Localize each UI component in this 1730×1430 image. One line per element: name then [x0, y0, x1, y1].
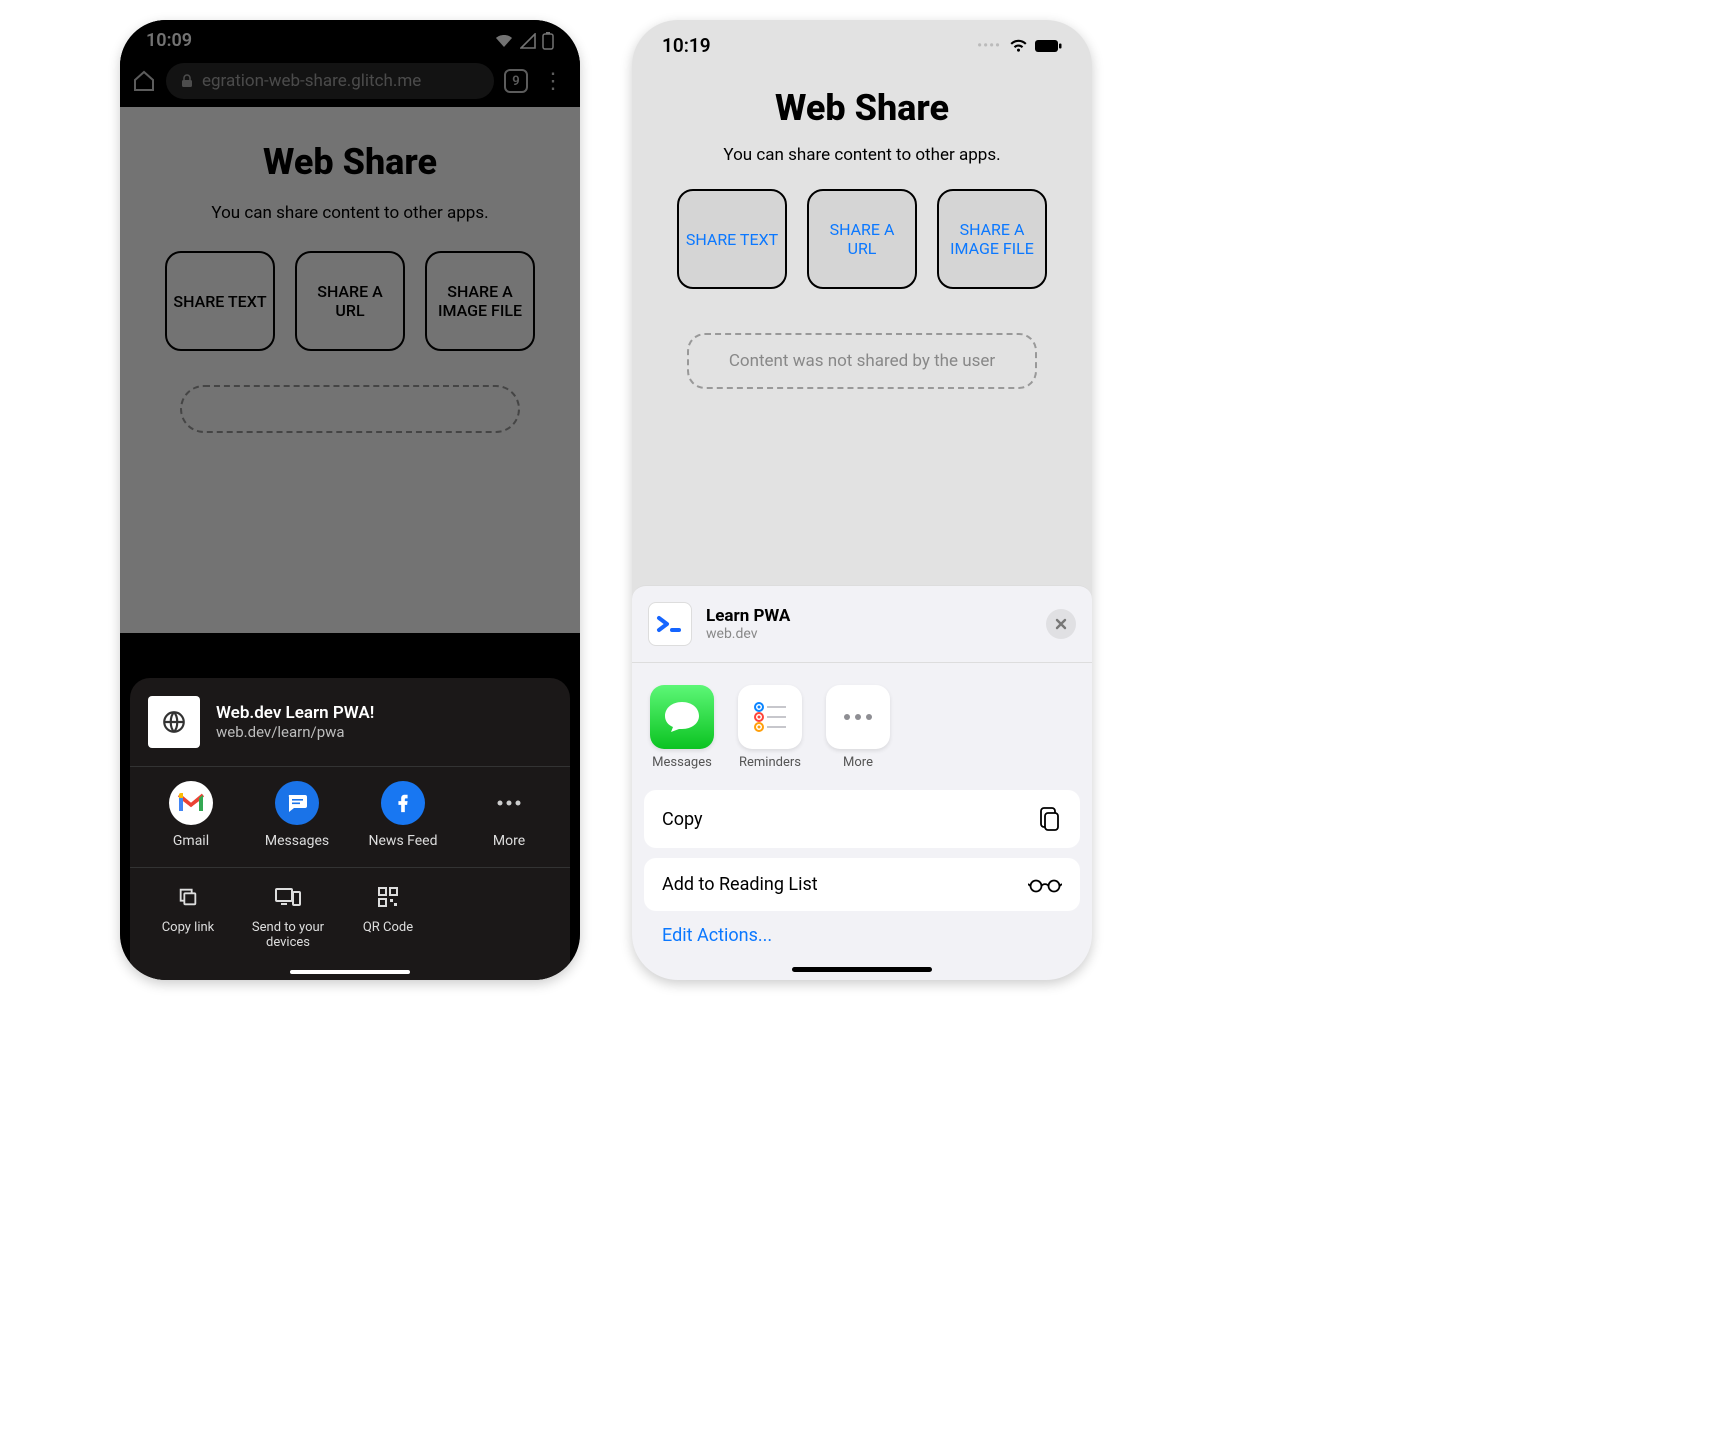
- share-app-more[interactable]: More: [826, 685, 890, 770]
- ios-page: Web Share You can share content to other…: [632, 63, 1092, 409]
- share-app-messages[interactable]: Messages: [252, 781, 342, 849]
- share-title: Web.dev Learn PWA!: [216, 703, 374, 723]
- copy-action[interactable]: Copy: [644, 790, 1080, 848]
- signal-dots-icon: ••••: [977, 38, 1001, 54]
- share-app-reminders[interactable]: Reminders: [738, 685, 802, 770]
- close-icon: [1055, 618, 1067, 630]
- page-subtitle: You can share content to other apps.: [648, 145, 1076, 165]
- tab-switcher[interactable]: 9: [504, 69, 528, 93]
- ios-nav-pill[interactable]: [792, 967, 932, 972]
- page-heading: Web Share: [648, 87, 1076, 129]
- share-app-newsfeed[interactable]: News Feed: [358, 781, 448, 849]
- share-thumbnail: [648, 602, 692, 646]
- android-time: 10:09: [146, 30, 192, 51]
- share-image-button[interactable]: SHARE A IMAGE FILE: [937, 189, 1047, 289]
- close-button[interactable]: [1046, 609, 1076, 639]
- gmail-icon: [177, 792, 205, 814]
- android-status-bar: 10:09: [120, 20, 580, 55]
- more-icon: [841, 712, 875, 722]
- address-field[interactable]: egration-web-share.glitch.me: [166, 63, 494, 99]
- share-image-button[interactable]: SHARE A IMAGE FILE: [425, 251, 535, 351]
- ios-time: 10:19: [662, 34, 711, 57]
- copy-icon: [1038, 806, 1062, 832]
- send-devices-action[interactable]: Send to your devices: [238, 886, 338, 950]
- globe-icon: [161, 709, 187, 735]
- devices-icon: [275, 886, 301, 908]
- ios-share-sheet: Learn PWA web.dev Messages: [632, 585, 1092, 980]
- wifi-icon: [494, 33, 514, 49]
- android-device: 10:09 egration-web-share.glitch.me 9 ⋮ W…: [120, 20, 580, 980]
- status-box: [180, 385, 520, 433]
- signal-icon: [520, 33, 536, 49]
- share-app-messages[interactable]: Messages: [650, 685, 714, 770]
- reading-list-icon: [1028, 877, 1062, 893]
- facebook-icon: [392, 792, 414, 814]
- page-subtitle: You can share content to other apps.: [136, 203, 564, 223]
- messages-icon: [662, 698, 702, 736]
- overflow-menu-icon[interactable]: ⋮: [538, 69, 568, 94]
- messages-icon: [285, 791, 309, 815]
- share-actions: Copy Add to Reading List Edit Actions...: [632, 784, 1092, 980]
- share-url-button[interactable]: SHARE A URL: [295, 251, 405, 351]
- pwa-icon: [656, 614, 684, 634]
- edit-actions-link[interactable]: Edit Actions...: [644, 921, 1080, 962]
- share-url: web.dev: [706, 626, 1032, 642]
- reminders-icon: [750, 697, 790, 737]
- android-url-bar: egration-web-share.glitch.me 9 ⋮: [120, 55, 580, 107]
- page-heading: Web Share: [136, 141, 564, 183]
- android-share-sheet: Web.dev Learn PWA! web.dev/learn/pwa Gma…: [130, 678, 570, 980]
- share-app-more[interactable]: More: [464, 781, 554, 849]
- share-sheet-header: Web.dev Learn PWA! web.dev/learn/pwa: [130, 696, 570, 766]
- ios-status-bar: 10:19 ••••: [632, 20, 1092, 63]
- reading-list-action[interactable]: Add to Reading List: [644, 858, 1080, 911]
- share-apps-row: Gmail Messages News Feed: [130, 766, 570, 868]
- more-icon: [495, 799, 523, 807]
- qr-code-action[interactable]: QR Code: [338, 886, 438, 950]
- address-text: egration-web-share.glitch.me: [202, 71, 421, 91]
- android-page: Web Share You can share content to other…: [120, 107, 580, 633]
- copy-icon: [177, 886, 199, 908]
- share-actions-row: Copy link Send to your devices QR Code: [130, 868, 570, 980]
- share-apps-row: Messages Reminders More: [632, 663, 1092, 784]
- battery-icon: [1034, 39, 1062, 53]
- home-icon[interactable]: [132, 69, 156, 93]
- ios-device: 10:19 •••• Web Share You can share conte…: [632, 20, 1092, 980]
- copy-link-action[interactable]: Copy link: [138, 886, 238, 950]
- share-text-button[interactable]: SHARE TEXT: [677, 189, 787, 289]
- android-nav-pill[interactable]: [290, 970, 410, 974]
- share-url: web.dev/learn/pwa: [216, 723, 374, 741]
- share-title: Learn PWA: [706, 606, 1032, 626]
- share-app-gmail[interactable]: Gmail: [146, 781, 236, 849]
- share-sheet-header: Learn PWA web.dev: [632, 586, 1092, 663]
- share-thumbnail: [148, 696, 200, 748]
- battery-icon: [542, 32, 554, 50]
- share-text-button[interactable]: SHARE TEXT: [165, 251, 275, 351]
- lock-icon: [180, 74, 194, 88]
- share-url-button[interactable]: SHARE A URL: [807, 189, 917, 289]
- status-box: Content was not shared by the user: [687, 333, 1037, 389]
- qr-icon: [377, 886, 399, 908]
- wifi-icon: [1009, 39, 1028, 53]
